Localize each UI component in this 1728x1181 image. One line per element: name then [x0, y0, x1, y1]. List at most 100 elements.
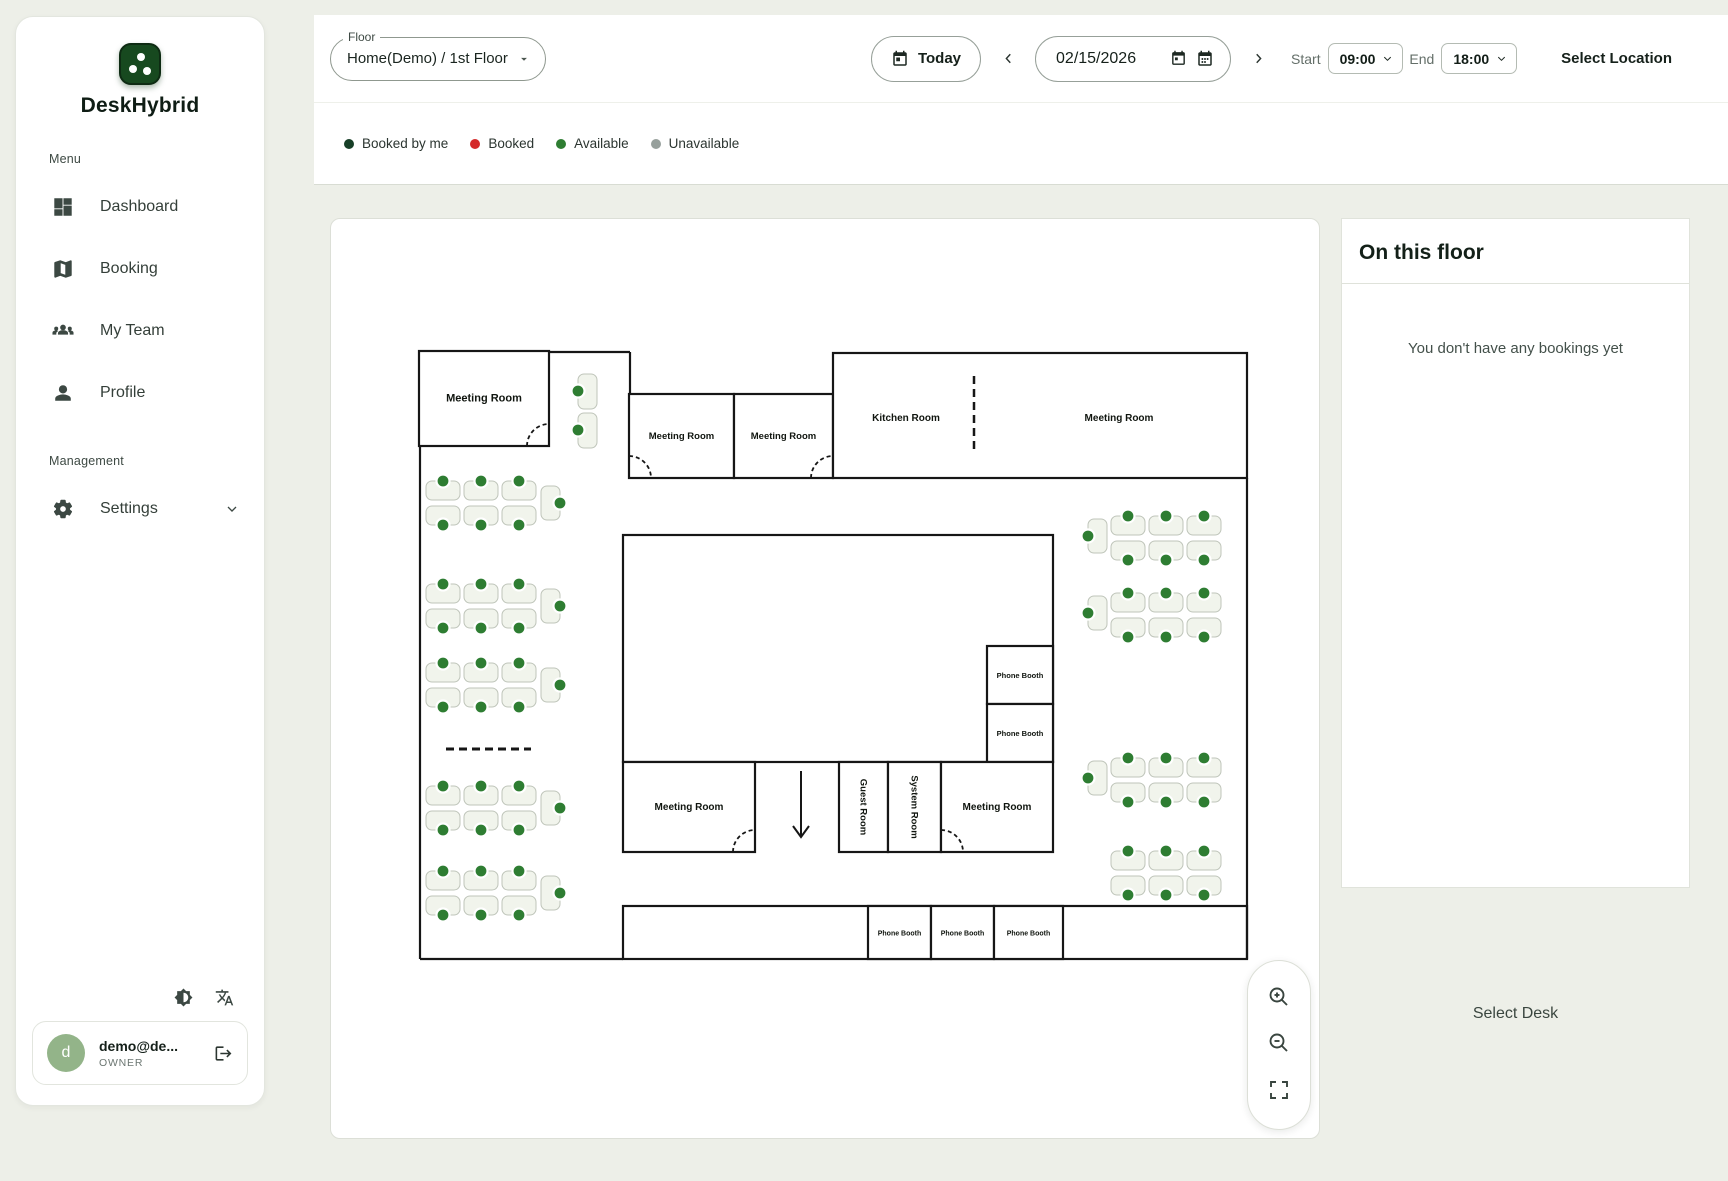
avatar: d — [47, 1034, 85, 1072]
desk-availability-dot[interactable] — [1160, 510, 1173, 523]
desk-availability-dot[interactable] — [475, 780, 488, 793]
desk-availability-dot[interactable] — [1160, 752, 1173, 765]
desk-availability-dot[interactable] — [437, 824, 450, 837]
calendar-month-icon[interactable] — [1196, 50, 1214, 68]
desk-availability-dot[interactable] — [437, 578, 450, 591]
desk-availability-dot[interactable] — [437, 701, 450, 714]
desk-availability-dot[interactable] — [437, 519, 450, 532]
sidebar-item-label: Dashboard — [100, 198, 178, 216]
zoom-out-icon — [1267, 1031, 1291, 1055]
desk-availability-dot[interactable] — [1198, 796, 1211, 809]
desk-availability-dot[interactable] — [513, 519, 526, 532]
desk-availability-dot[interactable] — [1198, 889, 1211, 902]
legend-item-unavailable: Unavailable — [651, 136, 740, 151]
desk-availability-dot[interactable] — [1198, 631, 1211, 644]
desk-availability-dot[interactable] — [437, 475, 450, 488]
start-time-select[interactable]: 09:00 — [1328, 43, 1404, 74]
desk-availability-dot[interactable] — [513, 909, 526, 922]
desk-availability-dot[interactable] — [1160, 845, 1173, 858]
desk-availability-dot[interactable] — [554, 887, 567, 900]
sidebar-item-booking[interactable]: Booking — [16, 238, 264, 300]
desk-availability-dot[interactable] — [437, 622, 450, 635]
sidebar-item-my-team[interactable]: My Team — [16, 300, 264, 362]
previous-day-button[interactable] — [991, 42, 1025, 76]
desk-availability-dot[interactable] — [554, 802, 567, 815]
date-input[interactable]: 02/15/2026 — [1035, 36, 1231, 82]
desk-availability-dot[interactable] — [475, 475, 488, 488]
sidebar-item-label: Booking — [100, 260, 158, 278]
desk-availability-dot[interactable] — [513, 780, 526, 793]
desk-availability-dot[interactable] — [572, 424, 585, 437]
map-icon — [52, 258, 74, 280]
desk-availability-dot[interactable] — [572, 385, 585, 398]
desk-availability-dot[interactable] — [513, 865, 526, 878]
desk-availability-dot[interactable] — [513, 475, 526, 488]
desk-availability-dot[interactable] — [475, 657, 488, 670]
select-location-button[interactable]: Select Location — [1561, 50, 1672, 67]
start-time-value: 09:00 — [1340, 51, 1376, 67]
desk-availability-dot[interactable] — [1122, 752, 1135, 765]
floorplan-canvas[interactable]: Meeting RoomMeeting RoomMeeting RoomPhon… — [330, 218, 1320, 1139]
desk-availability-dot[interactable] — [513, 657, 526, 670]
desk-availability-dot[interactable] — [1198, 510, 1211, 523]
desk-availability-dot[interactable] — [475, 865, 488, 878]
desk-availability-dot[interactable] — [437, 909, 450, 922]
desk-availability-dot[interactable] — [475, 578, 488, 591]
sidebar-item-settings[interactable]: Settings — [16, 478, 264, 540]
desk-availability-dot[interactable] — [1198, 554, 1211, 567]
booked-by-me-dot — [344, 139, 354, 149]
desk-availability-dot[interactable] — [475, 519, 488, 532]
desk-availability-dot[interactable] — [1122, 510, 1135, 523]
desk-availability-dot[interactable] — [513, 578, 526, 591]
sidebar-item-dashboard[interactable]: Dashboard — [16, 176, 264, 238]
desk-availability-dot[interactable] — [1082, 607, 1095, 620]
desk-availability-dot[interactable] — [475, 701, 488, 714]
fullscreen-button[interactable] — [1264, 1077, 1294, 1107]
dark-mode-icon[interactable] — [174, 988, 193, 1007]
desk-availability-dot[interactable] — [1160, 587, 1173, 600]
desk-availability-dot[interactable] — [554, 600, 567, 613]
next-day-button[interactable] — [1241, 42, 1275, 76]
desk-availability-dot[interactable] — [1122, 554, 1135, 567]
desk-availability-dot[interactable] — [1160, 796, 1173, 809]
desk-availability-dot[interactable] — [437, 657, 450, 670]
desk-availability-dot[interactable] — [437, 780, 450, 793]
desk-availability-dot[interactable] — [1122, 587, 1135, 600]
desk-availability-dot[interactable] — [1082, 772, 1095, 785]
desk-availability-dot[interactable] — [437, 865, 450, 878]
desk-availability-dot[interactable] — [513, 701, 526, 714]
desk-availability-dot[interactable] — [554, 497, 567, 510]
desk-availability-dot[interactable] — [475, 622, 488, 635]
desk-availability-dot[interactable] — [1082, 530, 1095, 543]
desk-availability-dot[interactable] — [554, 679, 567, 692]
desk-availability-dot[interactable] — [1122, 845, 1135, 858]
desk-availability-dot[interactable] — [1122, 889, 1135, 902]
user-card[interactable]: d demo@de... OWNER — [32, 1021, 248, 1085]
user-email: demo@de... — [99, 1038, 178, 1054]
desk-availability-dot[interactable] — [1122, 631, 1135, 644]
desk-availability-dot[interactable] — [1160, 889, 1173, 902]
desk-availability-dot[interactable] — [475, 824, 488, 837]
language-icon[interactable] — [215, 988, 234, 1007]
desk-availability-dot[interactable] — [1198, 845, 1211, 858]
topbar: Floor Home(Demo) / 1st Floor Today 02/15… — [314, 15, 1728, 103]
desk-availability-dot[interactable] — [513, 622, 526, 635]
desk-availability-dot[interactable] — [1160, 631, 1173, 644]
desk-availability-dot[interactable] — [1198, 752, 1211, 765]
today-button[interactable]: Today — [871, 36, 981, 82]
chevron-left-icon — [1000, 50, 1017, 67]
zoom-in-button[interactable] — [1264, 983, 1294, 1013]
room-label: Phone Booth — [1007, 931, 1051, 938]
room-label: System Room — [909, 775, 920, 838]
desk-availability-dot[interactable] — [513, 824, 526, 837]
desk-availability-dot[interactable] — [1122, 796, 1135, 809]
logout-icon[interactable] — [214, 1044, 233, 1063]
zoom-out-button[interactable] — [1264, 1030, 1294, 1060]
sidebar-item-profile[interactable]: Profile — [16, 362, 264, 424]
end-time-select[interactable]: 18:00 — [1441, 43, 1517, 74]
floor-select[interactable]: Floor Home(Demo) / 1st Floor — [330, 37, 546, 81]
caret-down-icon — [517, 52, 531, 66]
desk-availability-dot[interactable] — [475, 909, 488, 922]
desk-availability-dot[interactable] — [1198, 587, 1211, 600]
desk-availability-dot[interactable] — [1160, 554, 1173, 567]
